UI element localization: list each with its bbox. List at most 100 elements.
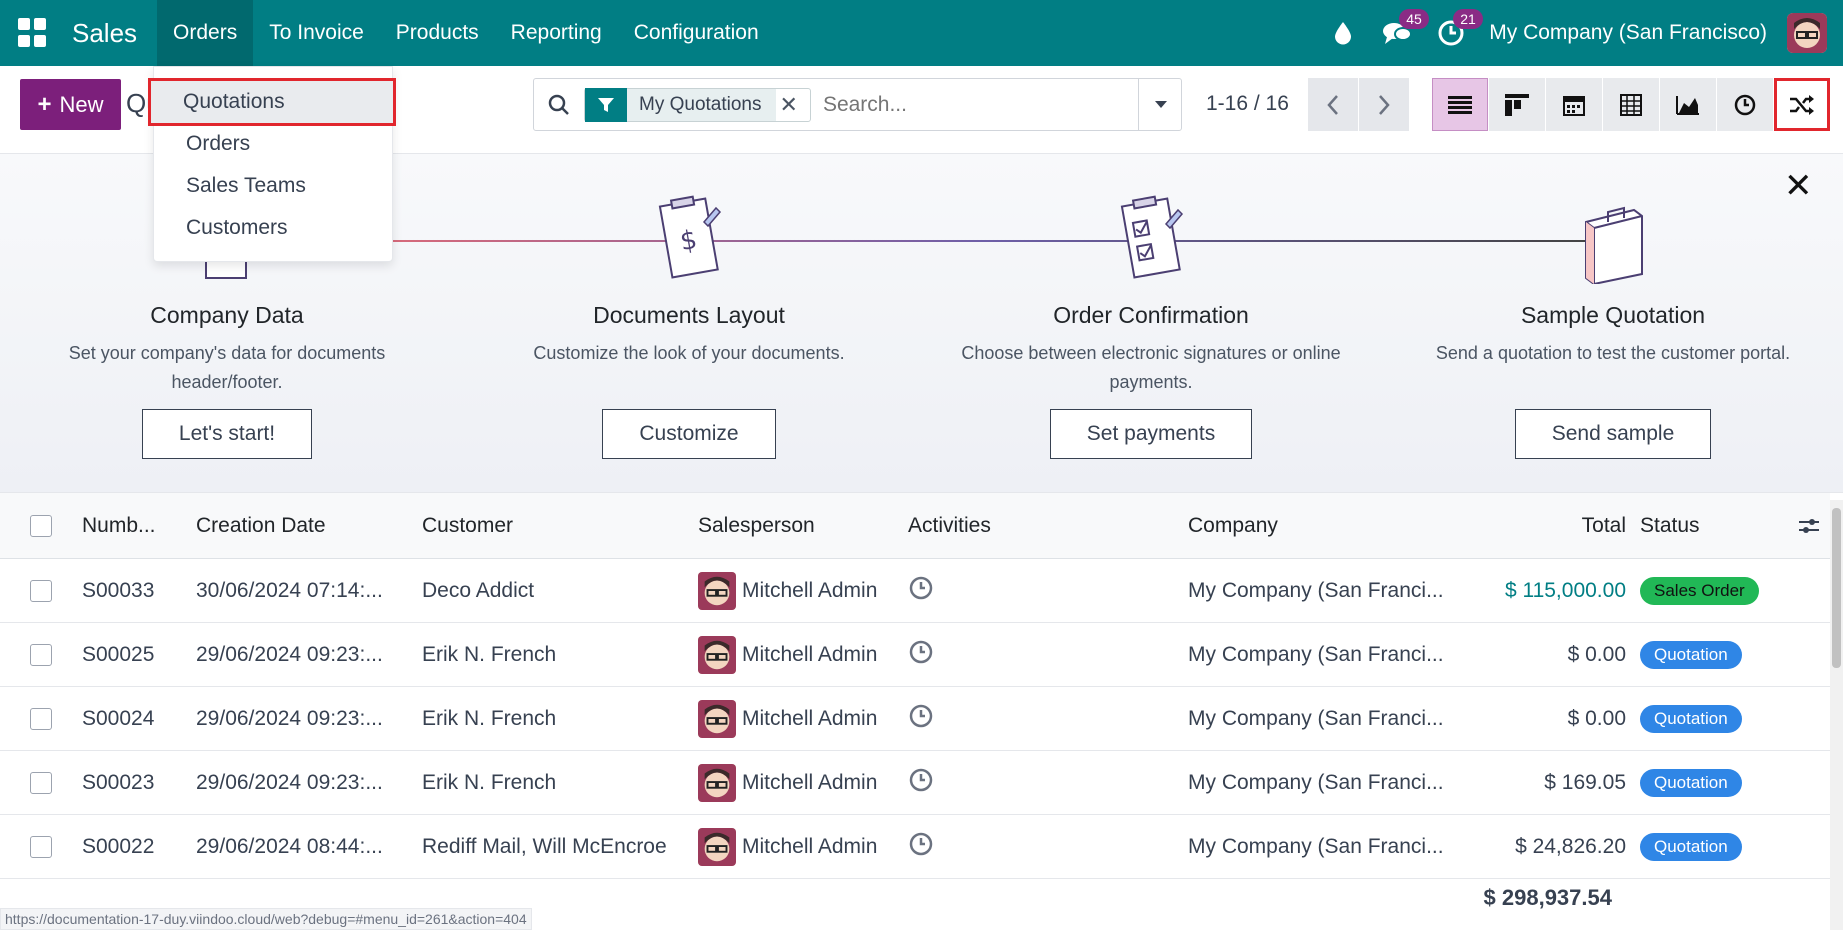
cell-salesperson: Mitchell Admin	[742, 770, 878, 794]
set-payments-button[interactable]: Set payments	[1049, 409, 1253, 459]
row-checkbox[interactable]	[30, 579, 52, 602]
table-row[interactable]: S00024 29/06/2024 09:23:... Erik N. Fren…	[0, 687, 1830, 751]
cell-total: $ 0.00	[1567, 642, 1626, 666]
filter-icon	[585, 87, 627, 122]
step-title: Company Data	[150, 302, 304, 328]
facet-remove-icon[interactable]: ✕	[780, 92, 798, 118]
nav-configuration[interactable]: Configuration	[618, 0, 775, 66]
row-checkbox[interactable]	[30, 707, 52, 730]
messages-icon[interactable]: 45	[1377, 9, 1429, 53]
view-calendar-button[interactable]	[1546, 78, 1602, 131]
menu-item-quotations[interactable]: Quotations	[148, 78, 396, 126]
status-badge: Quotation	[1640, 832, 1742, 861]
step-description: Choose between electronic signatures or …	[961, 343, 1341, 392]
view-switcher-shuffle-button[interactable]	[1774, 78, 1830, 131]
nav-orders[interactable]: Orders	[157, 0, 254, 66]
search-options-toggle[interactable]	[1138, 78, 1182, 131]
view-kanban-button[interactable]	[1489, 78, 1545, 131]
view-graph-button[interactable]	[1660, 78, 1716, 131]
quotations-table: Numb... Creation Date Customer Salespers…	[0, 493, 1830, 879]
column-customer[interactable]: Customer	[422, 514, 698, 538]
cell-company: My Company (San Franci...	[1188, 706, 1444, 730]
column-salesperson[interactable]: Salesperson	[698, 514, 908, 538]
cell-customer: Erik N. French	[422, 770, 557, 794]
status-bar-url: https://documentation-17-duy.viindoo.clo…	[0, 908, 532, 930]
row-checkbox[interactable]	[30, 835, 52, 858]
activities-clock-icon[interactable]: 21	[1431, 9, 1483, 53]
activities-badge: 21	[1453, 9, 1483, 29]
table-scrollbar[interactable]	[1830, 500, 1843, 930]
step-description: Set your company's data for documents he…	[68, 343, 386, 392]
column-number[interactable]: Numb...	[82, 514, 196, 538]
cell-date: 29/06/2024 08:44:...	[196, 834, 383, 858]
app-brand[interactable]: Sales	[72, 18, 137, 49]
row-checkbox[interactable]	[30, 771, 52, 794]
column-company[interactable]: Company	[1188, 514, 1476, 538]
cell-customer: Erik N. French	[422, 642, 557, 666]
cell-salesperson: Mitchell Admin	[742, 706, 878, 730]
search-bar[interactable]: My Quotations ✕	[533, 78, 1182, 131]
nav-reporting[interactable]: Reporting	[495, 0, 618, 66]
column-status[interactable]: Status	[1626, 514, 1786, 538]
cell-total: $ 115,000.00	[1504, 578, 1626, 602]
view-list-button[interactable]	[1432, 78, 1488, 131]
table-row[interactable]: S00025 29/06/2024 09:23:... Erik N. Fren…	[0, 623, 1830, 687]
search-input[interactable]	[822, 92, 1181, 117]
menu-item-customers[interactable]: Customers	[154, 207, 392, 249]
user-avatar[interactable]	[1787, 13, 1827, 53]
step-description: Customize the look of your documents.	[533, 343, 845, 363]
optional-columns-icon[interactable]	[1786, 515, 1830, 537]
cell-number: S00025	[82, 642, 155, 666]
salesperson-avatar	[698, 635, 736, 674]
column-activities[interactable]: Activities	[908, 514, 1188, 538]
activity-clock-icon[interactable]	[908, 703, 1188, 735]
cell-company: My Company (San Franci...	[1188, 578, 1444, 602]
company-switcher[interactable]: My Company (San Francisco)	[1489, 21, 1767, 45]
table-row[interactable]: S00023 29/06/2024 09:23:... Erik N. Fren…	[0, 751, 1830, 815]
debug-drop-icon[interactable]	[1323, 13, 1363, 53]
select-all-checkbox[interactable]	[30, 514, 52, 537]
status-badge: Quotation	[1640, 768, 1742, 797]
cell-company: My Company (San Franci...	[1188, 834, 1444, 858]
step-description: Send a quotation to test the customer po…	[1435, 343, 1791, 363]
salesperson-avatar	[698, 827, 736, 866]
onboarding-step-documents-layout: $ Documents Layout Customize the look of…	[479, 194, 899, 459]
step-title: Sample Quotation	[1520, 302, 1706, 328]
menu-item-sales-teams[interactable]: Sales Teams	[154, 165, 392, 207]
step-title: Documents Layout	[593, 302, 785, 328]
activity-clock-icon[interactable]	[908, 575, 1188, 607]
activity-clock-icon[interactable]	[908, 639, 1188, 671]
cell-date: 29/06/2024 09:23:...	[196, 770, 383, 794]
invoice-illustration-icon: $	[644, 194, 734, 284]
apps-menu-icon[interactable]	[18, 18, 48, 48]
lets-start-button[interactable]: Let's start!	[141, 409, 313, 459]
view-pivot-button[interactable]	[1603, 78, 1659, 131]
column-creation-date[interactable]: Creation Date	[196, 514, 422, 538]
row-checkbox[interactable]	[30, 643, 52, 666]
customize-button[interactable]: Customize	[602, 409, 776, 459]
cell-number: S00023	[82, 770, 155, 794]
nav-to-invoice[interactable]: To Invoice	[253, 0, 380, 66]
table-row[interactable]: S00022 29/06/2024 08:44:... Rediff Mail,…	[0, 815, 1830, 879]
view-activity-button[interactable]	[1717, 78, 1773, 131]
total-sum: $ 298,937.54	[1483, 885, 1612, 910]
pager-value[interactable]: 1-16 / 16	[1206, 92, 1289, 116]
orders-dropdown-menu: Quotations Orders Sales Teams Customers	[148, 66, 396, 262]
scrollbar-thumb[interactable]	[1832, 508, 1841, 668]
activity-clock-icon[interactable]	[908, 767, 1188, 799]
column-total[interactable]: Total	[1476, 514, 1626, 538]
cell-date: 29/06/2024 09:23:...	[196, 706, 383, 730]
cell-number: S00024	[82, 706, 155, 730]
activity-clock-icon[interactable]	[908, 831, 1188, 863]
new-button[interactable]: + New	[20, 79, 121, 130]
pager-next-button[interactable]	[1359, 78, 1409, 131]
cell-customer: Rediff Mail, Will McEncroe	[422, 834, 667, 858]
menu-item-orders[interactable]: Orders	[154, 123, 392, 165]
pager-previous-button[interactable]	[1308, 78, 1358, 131]
table-row[interactable]: S00033 30/06/2024 07:14:... Deco Addict …	[0, 559, 1830, 623]
cell-date: 29/06/2024 09:23:...	[196, 642, 383, 666]
send-sample-button[interactable]: Send sample	[1514, 409, 1712, 459]
status-badge: Quotation	[1640, 640, 1742, 669]
checklist-illustration-icon	[1106, 194, 1196, 284]
nav-products[interactable]: Products	[380, 0, 495, 66]
